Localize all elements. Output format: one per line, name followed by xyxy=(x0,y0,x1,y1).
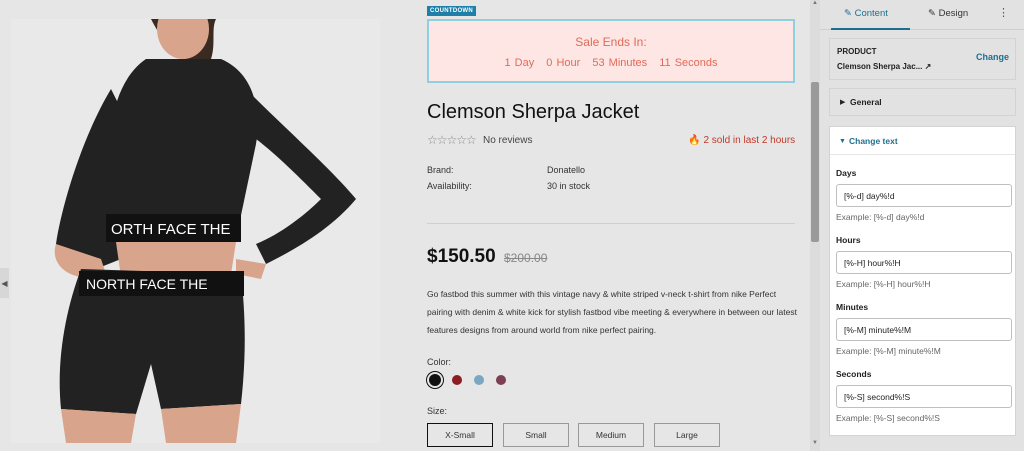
change-text-header[interactable]: ▼ Change text xyxy=(830,127,1015,155)
reviews-count: No reviews xyxy=(483,135,533,146)
change-text-label: Change text xyxy=(849,136,898,146)
general-label: General xyxy=(850,97,882,107)
scroll-up-icon[interactable]: ▲ xyxy=(812,0,818,6)
availability-value: 30 in stock xyxy=(547,181,591,191)
countdown-title: Sale Ends In: xyxy=(575,35,647,49)
preview-canvas: ◀ ORTH FACE THE NORTH FACE THE COUNTDOWN… xyxy=(0,0,820,451)
minutes-label: Minutes xyxy=(836,302,869,312)
product-name-text: Clemson Sherpa Jac... xyxy=(837,62,923,71)
days-example: Example: [%-d] day%!d xyxy=(836,212,925,222)
product-name-link[interactable]: Clemson Sherpa Jac... ↗ xyxy=(837,62,931,71)
settings-panel: ✎ Content ✎ Design ⋮ PRODUCT Clemson She… xyxy=(820,0,1024,451)
color-swatch-red[interactable] xyxy=(452,375,462,385)
countdown-minutes: 53 Minutes xyxy=(592,57,648,69)
color-swatch-plum[interactable] xyxy=(496,375,506,385)
sold-text: 2 sold in last 2 hours xyxy=(703,135,796,146)
compare-price: $200.00 xyxy=(504,251,548,265)
seconds-example: Example: [%-S] second%!S xyxy=(836,413,940,423)
brush-icon: ✎ xyxy=(928,8,939,19)
countdown-tag: COUNTDOWN xyxy=(427,6,477,16)
brand-label: Brand: xyxy=(427,165,454,175)
collapse-sidebar-toggle[interactable]: ◀ xyxy=(0,268,9,298)
countdown-days: 1 Day xyxy=(504,57,535,69)
top-band-text: ORTH FACE THE xyxy=(111,221,230,238)
product-title: Clemson Sherpa Jacket xyxy=(427,101,640,123)
pencil-icon: ✎ xyxy=(844,8,855,19)
active-tab-indicator xyxy=(831,28,910,30)
scroll-down-icon[interactable]: ▼ xyxy=(812,440,818,446)
external-link-icon: ↗ xyxy=(924,62,932,71)
panel-tabs: ✎ Content ✎ Design ⋮ xyxy=(820,0,1024,30)
product-heading: PRODUCT xyxy=(837,47,877,56)
general-section[interactable]: ▶ General xyxy=(829,88,1016,116)
days-input[interactable] xyxy=(836,184,1012,207)
tab-design-label: Design xyxy=(938,8,969,19)
countdown-values: 1 Day 0 Hour 53 Minutes 11 Seconds xyxy=(429,57,793,69)
divider xyxy=(427,223,795,224)
change-product-button[interactable]: Change xyxy=(976,52,1009,62)
color-swatch-black[interactable] xyxy=(429,374,441,386)
countdown-hours: 0 Hour xyxy=(546,57,581,69)
product-picker-card: PRODUCT Clemson Sherpa Jac... ↗ Change xyxy=(829,38,1016,80)
shorts-band-text: NORTH FACE THE xyxy=(86,276,208,292)
tab-content[interactable]: ✎ Content xyxy=(844,8,888,19)
hours-example: Example: [%-H] hour%!H xyxy=(836,279,931,289)
caret-right-icon: ▶ xyxy=(840,99,846,106)
scrollbar-thumb[interactable] xyxy=(811,82,819,242)
seconds-input[interactable] xyxy=(836,385,1012,408)
countdown-timer[interactable]: Sale Ends In: 1 Day 0 Hour 53 Minutes 11… xyxy=(427,19,795,83)
caret-down-icon: ▼ xyxy=(839,138,846,145)
color-swatch-blue[interactable] xyxy=(474,375,484,385)
hours-input[interactable] xyxy=(836,251,1012,274)
hours-label: Hours xyxy=(836,235,861,245)
color-label: Color: xyxy=(427,357,452,367)
more-options-icon[interactable]: ⋮ xyxy=(998,6,1009,19)
product-description: Go fastbod this summer with this vintage… xyxy=(427,289,797,335)
seconds-label: Seconds xyxy=(836,369,872,379)
minutes-example: Example: [%-M] minute%!M xyxy=(836,346,941,356)
price: $150.50 xyxy=(427,246,496,267)
size-option-medium[interactable]: Medium xyxy=(578,423,644,447)
availability-label: Availability: xyxy=(427,181,472,191)
brand-value: Donatello xyxy=(547,165,586,175)
size-option-large[interactable]: Large xyxy=(654,423,720,447)
size-option-small[interactable]: Small xyxy=(503,423,569,447)
tab-content-label: Content xyxy=(854,8,888,19)
size-label: Size: xyxy=(427,406,448,416)
change-text-section: ▼ Change text Days Example: [%-d] day%!d… xyxy=(829,126,1016,436)
size-option-xsmall[interactable]: X-Small xyxy=(427,423,493,447)
minutes-input[interactable] xyxy=(836,318,1012,341)
fire-icon: 🔥 xyxy=(688,135,701,146)
product-image: ORTH FACE THE NORTH FACE THE xyxy=(11,19,380,443)
rating-stars-icon: ☆☆☆☆☆ xyxy=(427,133,477,147)
tab-design[interactable]: ✎ Design xyxy=(928,8,968,19)
sold-indicator: 🔥 2 sold in last 2 hours xyxy=(688,135,795,146)
countdown-seconds: 11 Seconds xyxy=(659,57,718,69)
days-label: Days xyxy=(836,168,857,178)
